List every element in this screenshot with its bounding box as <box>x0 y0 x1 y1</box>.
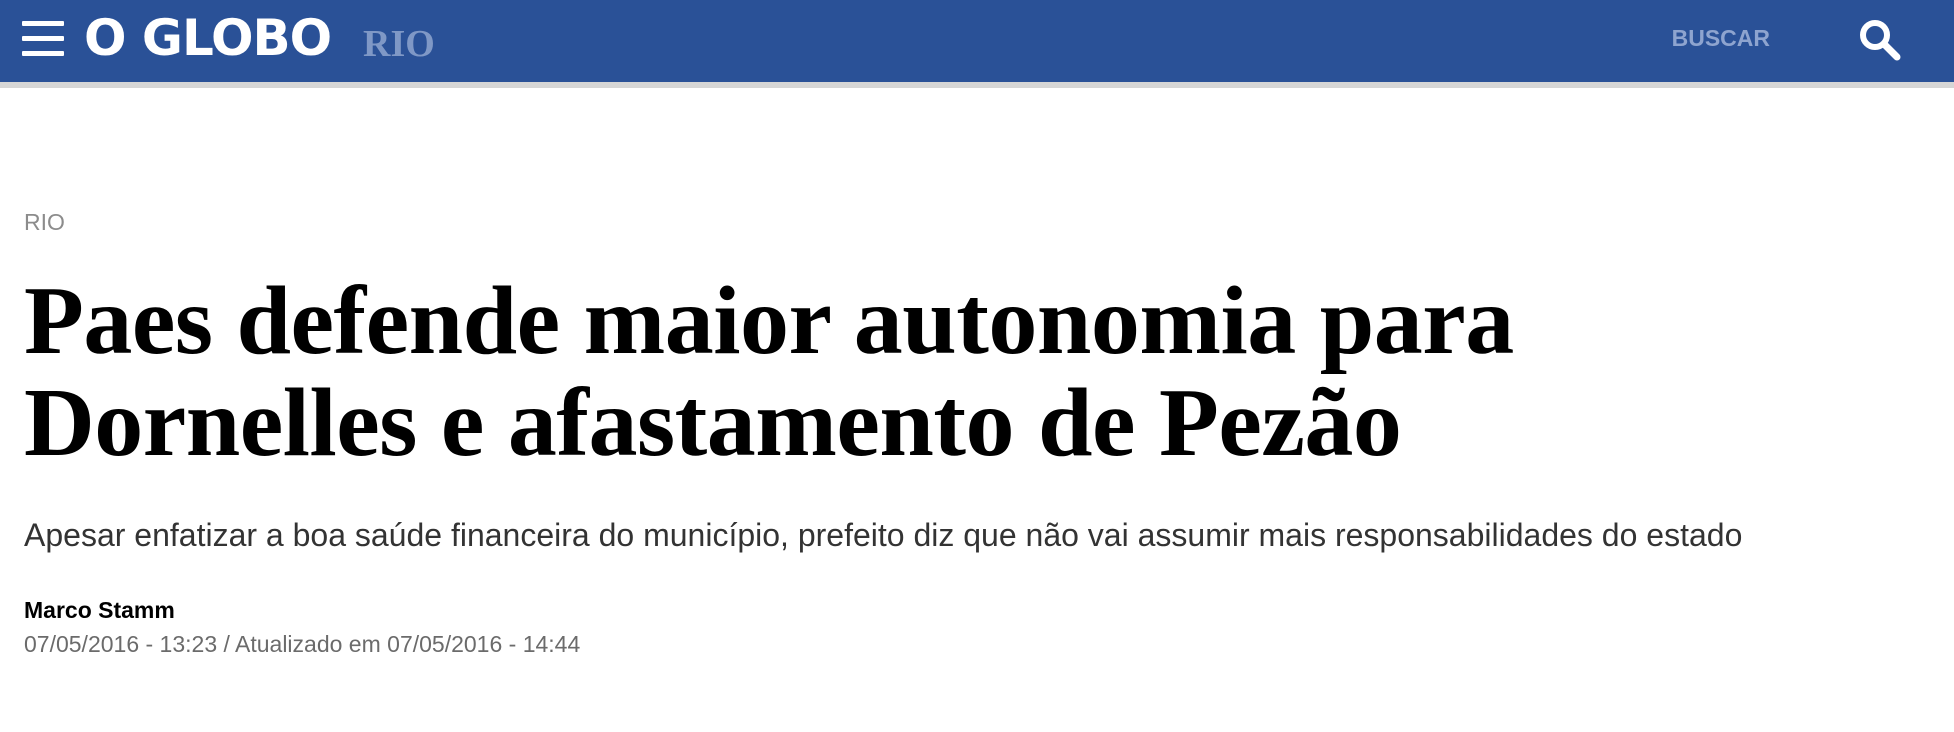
menu-line <box>22 21 64 26</box>
menu-line <box>22 51 64 56</box>
section-kicker[interactable]: RIO <box>24 207 65 237</box>
section-tag-rio[interactable]: RIO <box>363 16 435 72</box>
magnifier-icon[interactable] <box>1858 18 1902 62</box>
menu-line <box>22 36 64 41</box>
article-subtitle: Apesar enfatizar a boa saúde financeira … <box>24 517 1743 553</box>
search-label[interactable]: BUSCAR <box>1672 22 1770 54</box>
o-globo-logo[interactable]: O GLOBO <box>84 6 332 70</box>
article-headline: Paes defende maior autonomia para Dornel… <box>24 267 1514 477</box>
publication-dateline: 07/05/2016 - 13:23 / Atualizado em 07/05… <box>24 631 581 657</box>
hamburger-menu-icon[interactable] <box>22 21 64 57</box>
author-name[interactable]: Marco Stamm <box>24 595 175 625</box>
top-navigation-bar: O GLOBO RIO BUSCAR <box>0 0 1954 88</box>
